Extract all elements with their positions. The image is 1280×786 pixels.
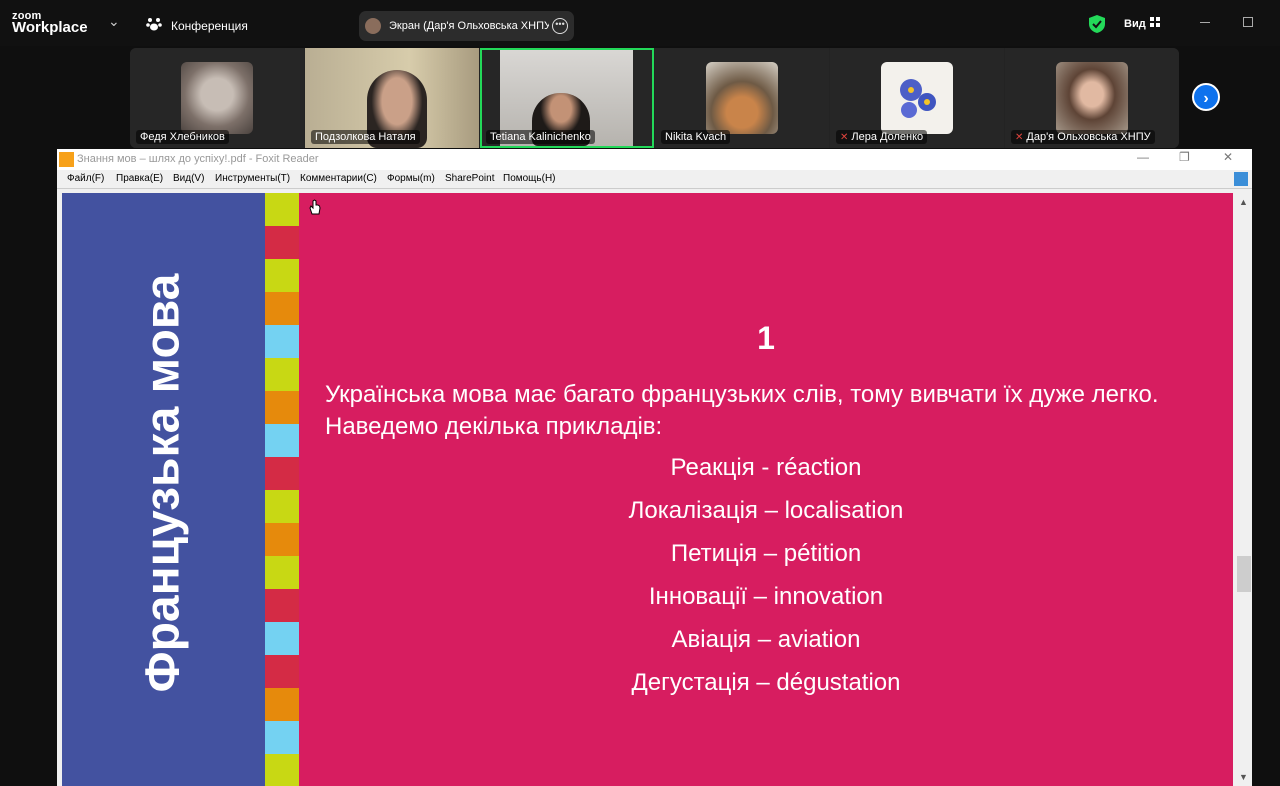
color-stripe-square xyxy=(265,688,299,721)
menu-bar: Файл(F) Правка(E) Вид(V) Инструменты(T) … xyxy=(57,170,1252,189)
menu-help[interactable]: Помощь(H) xyxy=(503,173,556,184)
grid-view-icon[interactable] xyxy=(1150,17,1160,27)
participant-tile-active[interactable]: Tetiana Kalinichenko xyxy=(480,48,654,148)
word-pair: Авіація – aviation xyxy=(671,626,861,653)
participant-strip: Федя Хлебников Подзолкова Наталя Tetiana… xyxy=(130,48,1179,148)
participant-name-text: Дар'я Ольховська ХНПУ xyxy=(1026,131,1151,143)
maximize-icon[interactable] xyxy=(1243,17,1253,27)
color-stripe-square xyxy=(265,325,299,358)
participant-name: ✕ Лера Доленко xyxy=(836,130,928,144)
hand-cursor-icon xyxy=(309,199,321,215)
participant-thumbnail xyxy=(881,62,953,134)
scroll-thumb[interactable] xyxy=(1237,556,1251,592)
word-pair: Дегустація – dégustation xyxy=(631,669,901,696)
word-pair: Інновації – innovation xyxy=(648,583,884,610)
scroll-up-icon[interactable]: ▲ xyxy=(1239,197,1248,207)
color-stripe-square xyxy=(265,457,299,490)
paw-icon xyxy=(146,18,162,31)
menu-sharepoint[interactable]: SharePoint xyxy=(445,173,494,184)
view-button-label[interactable]: Вид xyxy=(1124,18,1146,30)
shield-icon[interactable] xyxy=(1089,15,1105,33)
toolbar-toggle-icon[interactable] xyxy=(1234,172,1248,186)
zoom-top-bar: zoom Workplace ⌄ Конференция Экран (Дар'… xyxy=(0,0,1280,46)
mic-muted-icon: ✕ xyxy=(1015,132,1024,143)
color-stripe-square xyxy=(265,259,299,292)
word-pair: Петиція – pétition xyxy=(670,540,862,567)
color-stripe-square xyxy=(265,655,299,688)
pdf-page[interactable]: Французька мова 1 Українська мова має ба… xyxy=(62,193,1233,786)
scroll-down-icon[interactable]: ▼ xyxy=(1239,772,1248,782)
color-stripe-square xyxy=(265,391,299,424)
color-stripe-square xyxy=(265,424,299,457)
participant-tile[interactable]: ✕ Лера Доленко xyxy=(830,48,1004,148)
slide-side-title: Французька мова xyxy=(136,273,190,693)
participant-name: Федя Хлебников xyxy=(136,130,229,144)
color-stripe-square xyxy=(265,292,299,325)
avatar xyxy=(365,18,381,34)
participant-name: Подзолкова Наталя xyxy=(311,130,420,144)
meeting-title[interactable]: Конференция xyxy=(171,19,248,33)
flower-icon xyxy=(900,79,936,118)
zoom-logo: zoom Workplace xyxy=(12,10,88,36)
foxit-app-icon xyxy=(59,152,74,167)
menu-comments[interactable]: Комментарии(C) xyxy=(300,173,377,184)
participant-name-text: Лера Доленко xyxy=(851,131,924,143)
slide-number: 1 xyxy=(757,320,775,356)
color-stripe-square xyxy=(265,358,299,391)
participant-tile[interactable]: Федя Хлебников xyxy=(130,48,304,148)
menu-tools[interactable]: Инструменты(T) xyxy=(215,173,290,184)
restore-icon[interactable]: ❐ xyxy=(1179,150,1190,164)
participant-name: Tetiana Kalinichenko xyxy=(486,130,595,144)
participant-thumbnail xyxy=(706,62,778,134)
screen-share-pill[interactable]: Экран (Дар'я Ольховська ХНПУ ••• xyxy=(359,11,574,41)
color-stripe-square xyxy=(265,589,299,622)
slide-intro-text: Українська мова має багато французьких с… xyxy=(325,381,1159,440)
participant-tile[interactable]: ✕ Дар'я Ольховська ХНПУ xyxy=(1005,48,1179,148)
mic-muted-icon: ✕ xyxy=(840,132,849,143)
share-label: Экран (Дар'я Ольховська ХНПУ xyxy=(389,20,549,32)
color-stripe-square xyxy=(265,490,299,523)
zoom-logo-bottom: Workplace xyxy=(12,19,88,36)
participant-tile[interactable]: Подзолкова Наталя xyxy=(305,48,479,148)
window-title: Знання мов – шлях до успіху!.pdf - Foxit… xyxy=(77,153,319,165)
color-stripe-square xyxy=(265,622,299,655)
slide-side-band: Французька мова xyxy=(62,193,265,786)
vertical-scrollbar[interactable]: ▲ ▼ xyxy=(1236,193,1252,786)
menu-file[interactable]: Файл(F) xyxy=(67,173,104,184)
color-stripe-square xyxy=(265,721,299,754)
foxit-title-bar: Знання мов – шлях до успіху!.pdf - Foxit… xyxy=(57,149,1252,170)
color-stripe-square xyxy=(265,226,299,259)
next-participants-button[interactable]: › xyxy=(1192,83,1220,111)
menu-view[interactable]: Вид(V) xyxy=(173,173,204,184)
color-stripe-square xyxy=(265,523,299,556)
menu-forms[interactable]: Формы(m) xyxy=(387,173,435,184)
color-stripe-square xyxy=(265,193,299,226)
word-pair: Реакція - réaction xyxy=(670,454,862,481)
close-icon[interactable]: ✕ xyxy=(1223,150,1233,164)
participant-thumbnail xyxy=(181,62,253,134)
word-pair: Локалізація – localisation xyxy=(628,497,904,524)
participant-tile[interactable]: Nikita Kvach xyxy=(655,48,829,148)
minimize-icon[interactable] xyxy=(1200,22,1210,23)
more-options-icon[interactable]: ••• xyxy=(552,18,568,34)
chevron-down-icon[interactable]: ⌄ xyxy=(108,13,120,30)
menu-edit[interactable]: Правка(E) xyxy=(116,173,163,184)
participant-name: ✕ Дар'я Ольховська ХНПУ xyxy=(1011,130,1155,144)
color-stripe-square xyxy=(265,754,299,786)
color-stripe-square xyxy=(265,556,299,589)
participant-thumbnail xyxy=(1056,62,1128,134)
minimize-icon[interactable]: — xyxy=(1137,150,1149,164)
foxit-reader-window: Знання мов – шлях до успіху!.pdf - Foxit… xyxy=(57,149,1252,786)
participant-name: Nikita Kvach xyxy=(661,130,731,144)
